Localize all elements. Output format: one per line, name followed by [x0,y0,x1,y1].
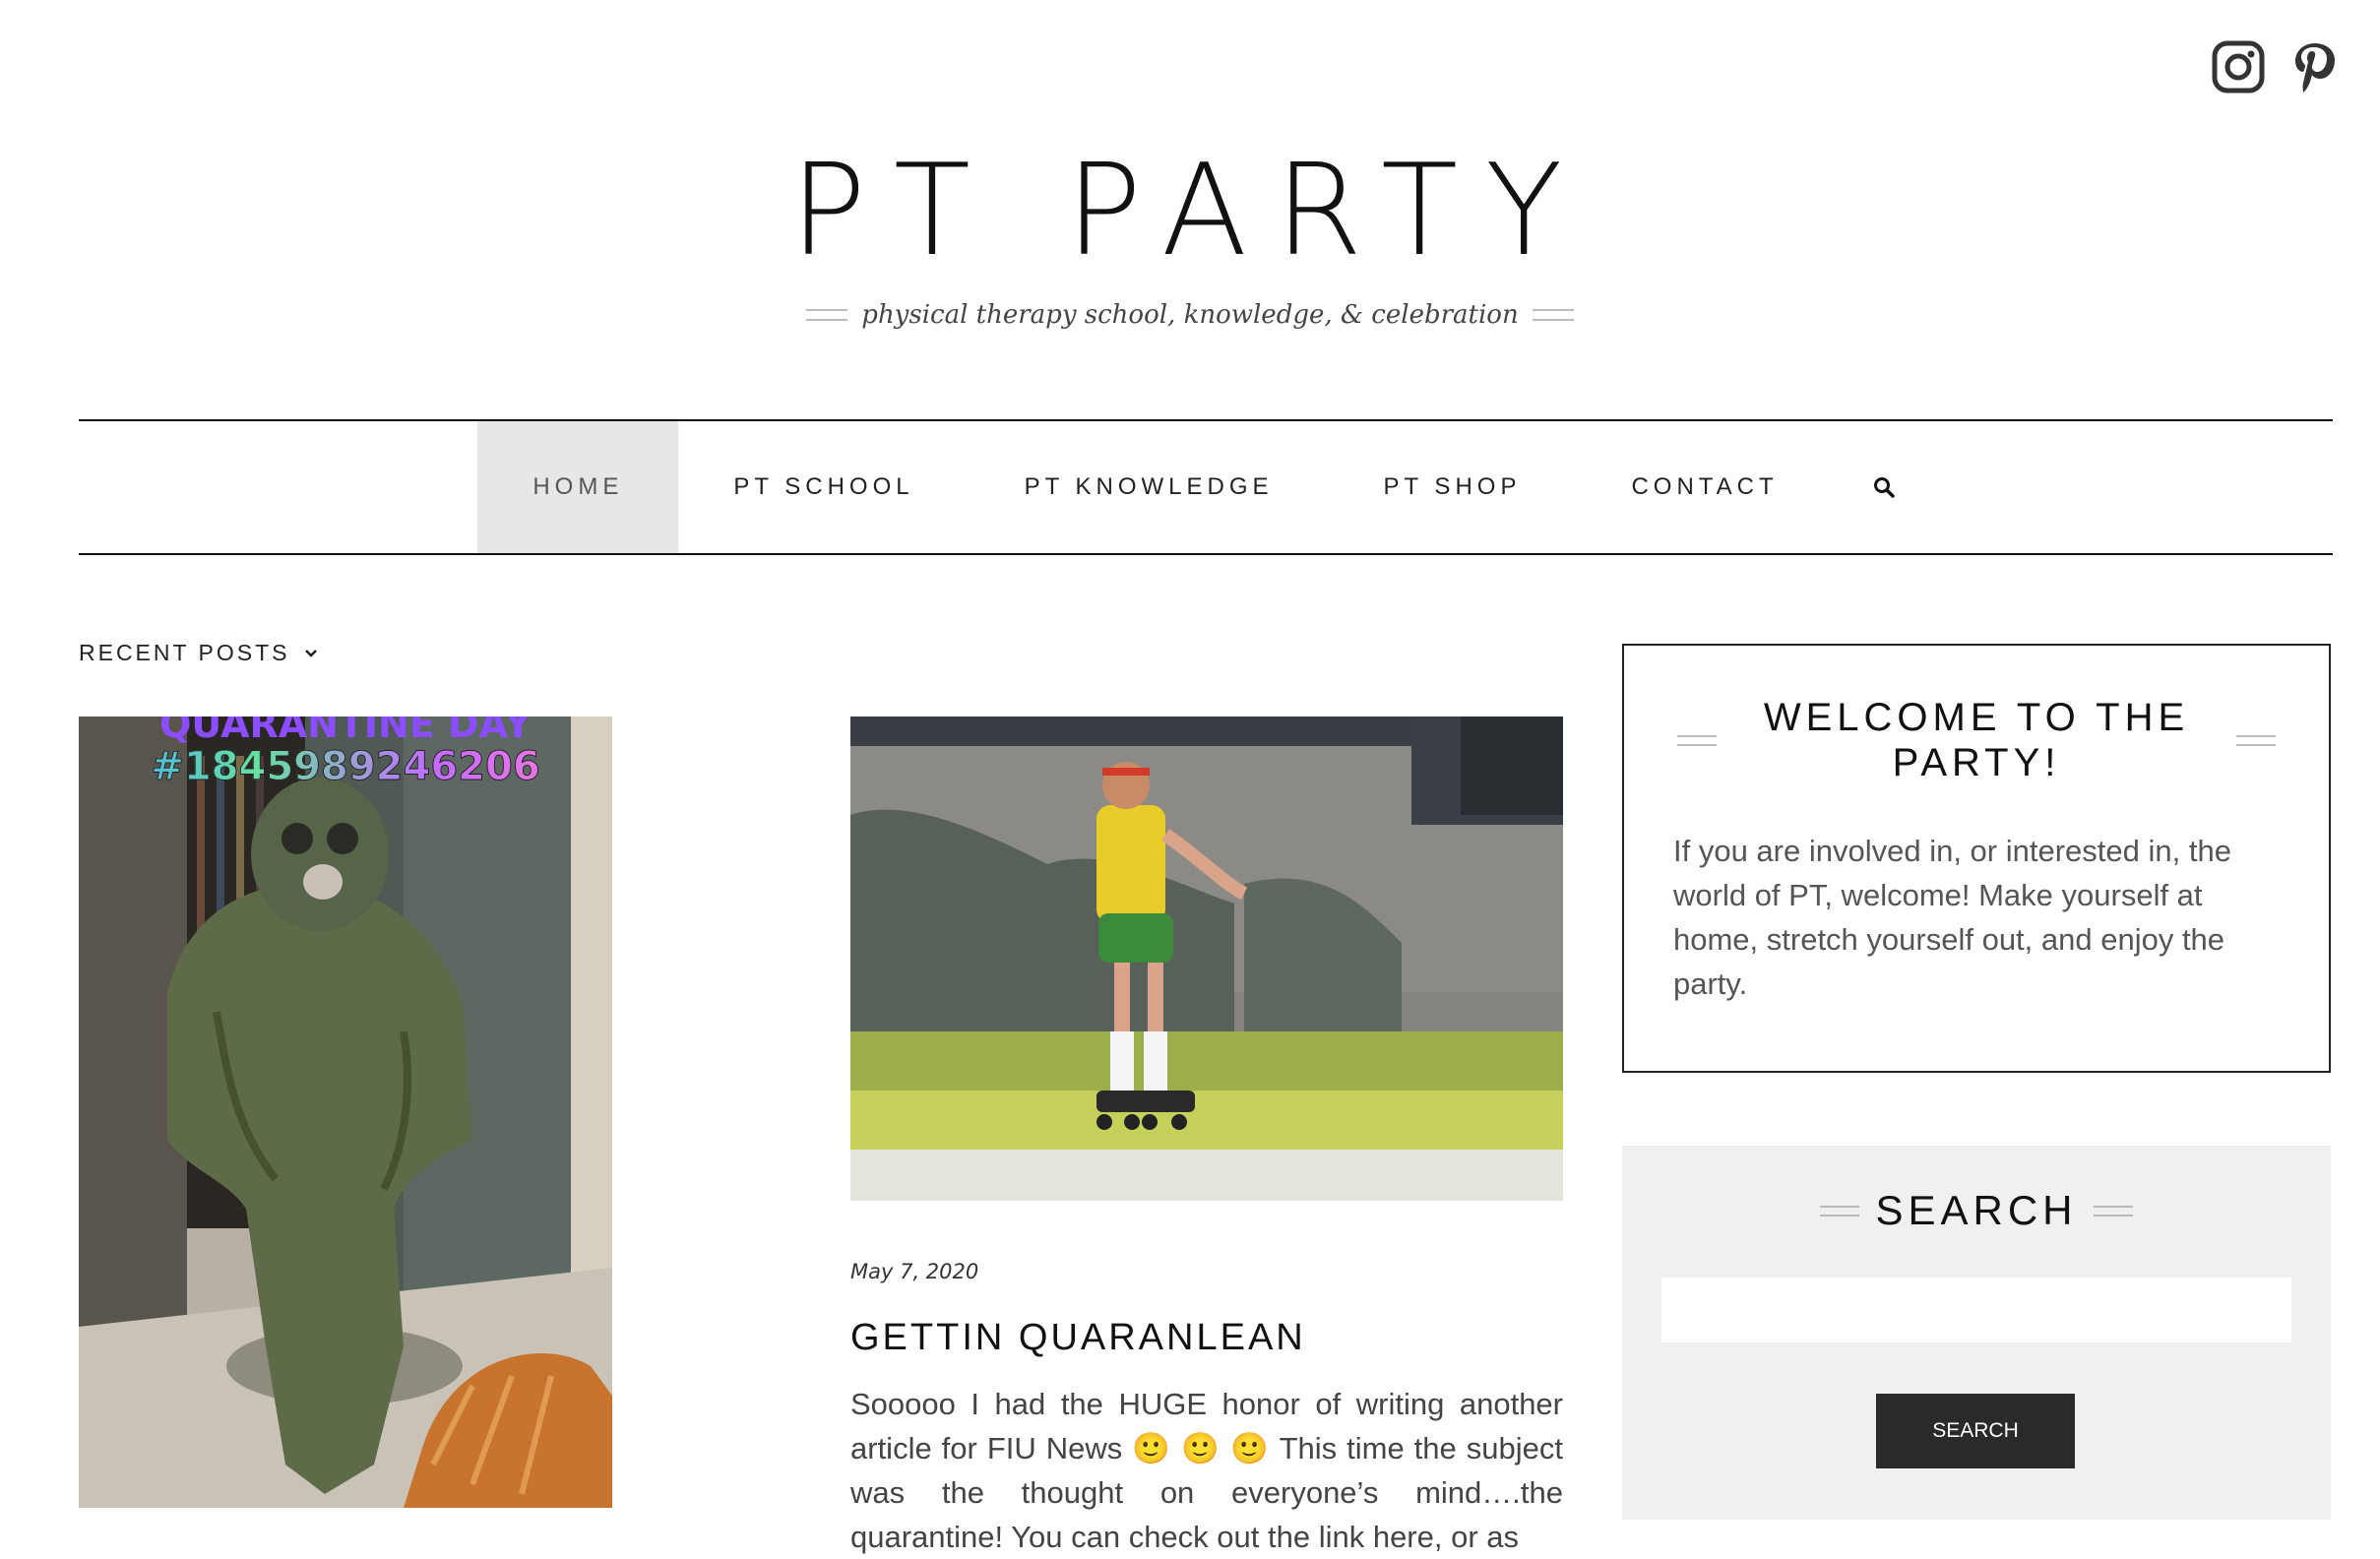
search-divider-left [1820,1205,1860,1216]
social-links [2211,39,2343,94]
main-nav: HOME PT SCHOOL PT KNOWLEDGE PT SHOP CONT… [79,419,2333,555]
nav-item-home[interactable]: HOME [477,421,679,553]
pinterest-icon[interactable] [2287,39,2343,94]
tagline-divider-right [1532,309,1574,321]
post-image-rollerblader[interactable] [850,717,1563,1201]
instagram-icon[interactable] [2211,39,2266,94]
welcome-divider-right [2236,734,2276,746]
post-date: May 7, 2020 [850,1260,979,1283]
image-caption-line2: #1845989246206 [79,744,612,790]
welcome-header: WELCOME TO THE PARTY! [1624,695,2329,785]
site-branding: PT PARTY [0,138,2380,285]
post-image-quarantine-day[interactable]: QUARANTINE DAY #1845989246206 [79,717,612,1508]
nav-item-pt-school[interactable]: PT SCHOOL [678,421,969,553]
search-input[interactable] [1661,1278,2291,1342]
welcome-widget: WELCOME TO THE PARTY! If you are involve… [1622,644,2331,1073]
nav-item-pt-shop[interactable]: PT SHOP [1329,421,1577,553]
post-title[interactable]: GETTIN QUARANLEAN [850,1317,1306,1359]
tagline: physical therapy school, knowledge, & ce… [0,300,2380,330]
search-widget-title: SEARCH [1875,1187,2078,1233]
search-widget: SEARCH SEARCH [1622,1146,2331,1520]
search-divider-right [2093,1205,2133,1216]
nav-item-contact[interactable]: CONTACT [1576,421,1833,553]
post-excerpt: Sooooo I had the HUGE honor of writing a… [850,1387,1563,1554]
search-button[interactable]: SEARCH [1876,1394,2075,1468]
image-caption-line1: QUARANTINE DAY [159,717,532,746]
welcome-text: If you are involved in, or interested in… [1673,834,2231,1001]
nav-item-pt-knowledge[interactable]: PT KNOWLEDGE [970,421,1329,553]
chevron-down-icon [304,649,317,657]
tagline-divider-left [806,309,848,321]
tagline-text: physical therapy school, knowledge, & ce… [861,300,1519,330]
recent-posts-toggle[interactable]: RECENT POSTS [79,640,318,666]
site-title[interactable]: PT PARTY [0,138,2380,285]
search-widget-header: SEARCH [1622,1187,2331,1234]
welcome-divider-left [1677,734,1717,746]
recent-posts-label: RECENT POSTS [79,640,290,665]
welcome-title: WELCOME TO THE PARTY! [1763,696,2190,784]
search-icon[interactable] [1834,421,1934,553]
